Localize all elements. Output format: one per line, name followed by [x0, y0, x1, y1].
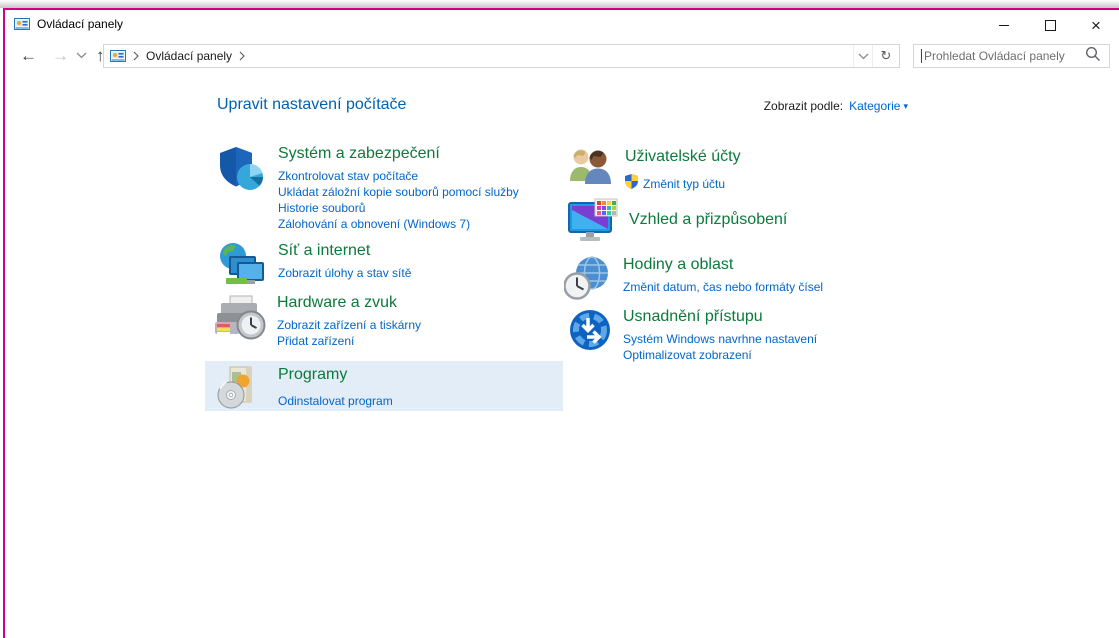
refresh-button[interactable]: ↻ — [872, 45, 899, 67]
network-icon[interactable] — [217, 242, 265, 295]
task-link[interactable]: Systém Windows navrhne nastavení — [623, 331, 817, 347]
clock-globe-icon[interactable] — [563, 256, 610, 305]
task-link[interactable]: Zobrazit zařízení a tiskárny — [277, 317, 421, 333]
task-link[interactable]: Ukládat záložní kopie souborů pomocí slu… — [278, 184, 534, 216]
maximize-icon — [1044, 19, 1056, 31]
category-programs[interactable]: Programy Odinstalovat program — [205, 361, 563, 411]
recent-locations-dropdown[interactable] — [76, 52, 87, 59]
category-network-internet: Síť a internet Zobrazit úlohy a stav sít… — [217, 242, 411, 295]
back-button[interactable]: ← — [15, 47, 42, 64]
ease-of-access-icon[interactable] — [568, 308, 612, 357]
view-by-value: Kategorie — [849, 99, 901, 113]
minimize-icon — [999, 24, 1009, 26]
category-title[interactable]: Programy — [278, 366, 393, 384]
page-title: Upravit nastavení počítače — [217, 96, 407, 113]
breadcrumb-item[interactable]: Ovládací panely — [146, 49, 232, 63]
category-title[interactable]: Hardware a zvuk — [277, 294, 421, 312]
view-by-label: Zobrazit podle: — [763, 99, 844, 113]
category-ease-of-access: Usnadnění přístupu Systém Windows navrhn… — [568, 308, 817, 363]
close-button[interactable]: × — [1073, 11, 1119, 39]
category-title[interactable]: Síť a internet — [278, 242, 411, 260]
control-panel-icon — [110, 48, 126, 64]
task-link[interactable]: Změnit typ účtu — [643, 176, 725, 192]
printer-icon[interactable] — [214, 294, 266, 347]
uac-shield-icon — [625, 174, 638, 194]
address-dropdown-button[interactable] — [853, 45, 872, 67]
title-bar: Ovládací panely × — [5, 10, 1119, 40]
forward-button[interactable]: → — [47, 47, 74, 64]
search-icon — [1085, 46, 1101, 67]
task-link[interactable]: Zkontrolovat stav počítače — [278, 168, 534, 184]
category-title[interactable]: Hodiny a oblast — [623, 256, 823, 274]
task-link[interactable]: Přidat zařízení — [277, 333, 421, 349]
window-outer-shadow — [0, 0, 1119, 8]
category-hardware-sound: Hardware a zvuk Zobrazit zařízení a tisk… — [214, 294, 421, 349]
close-icon: × — [1091, 15, 1101, 35]
security-shield-icon[interactable] — [217, 145, 265, 198]
view-by-control: Zobrazit podle: Kategorie ▾ — [764, 99, 908, 113]
maximize-button[interactable] — [1027, 11, 1073, 39]
chevron-down-icon: ▾ — [903, 100, 908, 111]
address-bar[interactable]: Ovládací panely ↻ — [103, 44, 900, 68]
control-panel-home: Upravit nastavení počítače Zobrazit podl… — [5, 71, 1119, 638]
window-title: Ovládací panely — [37, 17, 124, 31]
task-link[interactable]: Zobrazit úlohy a stav sítě — [278, 265, 411, 281]
breadcrumb-separator-icon[interactable] — [133, 51, 139, 61]
view-by-dropdown[interactable]: Kategorie ▾ — [849, 99, 908, 113]
category-appearance-personalization: Vzhled a přizpůsobení — [568, 198, 787, 249]
task-link[interactable]: Zálohování a obnovení (Windows 7) — [278, 216, 534, 232]
users-icon[interactable] — [568, 148, 614, 193]
personalization-icon[interactable] — [568, 198, 618, 249]
search-input[interactable] — [922, 49, 1083, 63]
navigation-toolbar: ← → ↑ Ovládací panely ↻ — [5, 40, 1119, 71]
category-title[interactable]: Usnadnění přístupu — [623, 308, 817, 326]
category-title[interactable]: Uživatelské účty — [625, 148, 741, 166]
search-box[interactable] — [913, 44, 1110, 68]
program-box-icon[interactable] — [217, 366, 261, 415]
task-link[interactable]: Změnit datum, čas nebo formáty čísel — [623, 279, 823, 295]
category-title[interactable]: Systém a zabezpečení — [278, 145, 534, 163]
task-link[interactable]: Optimalizovat zobrazení — [623, 347, 817, 363]
task-link[interactable]: Odinstalovat program — [278, 393, 393, 409]
category-clock-region: Hodiny a oblast Změnit datum, čas nebo f… — [563, 256, 823, 305]
category-title[interactable]: Vzhled a přizpůsobení — [629, 211, 787, 229]
breadcrumb-separator-icon[interactable] — [239, 51, 245, 61]
minimize-button[interactable] — [981, 11, 1027, 39]
category-user-accounts: Uživatelské účty Změnit typ účtu — [568, 148, 741, 194]
control-panel-icon — [14, 16, 30, 32]
category-system-security: Systém a zabezpečení Zkontrolovat stav p… — [217, 145, 534, 232]
